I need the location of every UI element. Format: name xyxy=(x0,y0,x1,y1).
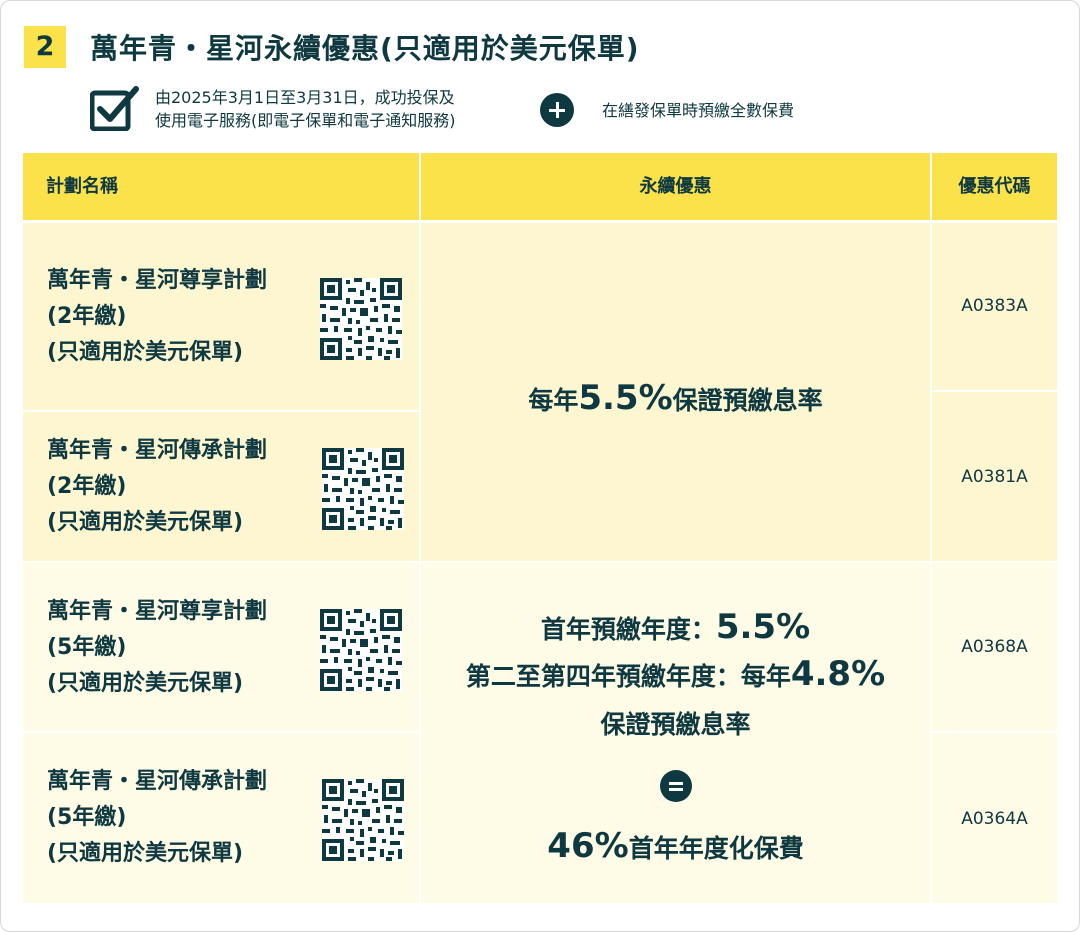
plan-name: 萬年青・星河傳承計劃 xyxy=(47,438,268,463)
offer-5yr-result: 46%首年年度化保費 xyxy=(421,826,930,866)
offer-5yr-line2: 第二至第四年預繳年度：每年4.8% xyxy=(421,654,930,694)
plan-note: (只適用於美元保單) xyxy=(47,510,244,535)
plan-term: (5年繳) xyxy=(47,805,127,830)
qr-code-icon[interactable] xyxy=(322,779,404,861)
offer-2yr-pre: 每年 xyxy=(528,386,579,415)
plan-term: (2年繳) xyxy=(47,304,127,329)
offer-5yr-line1-rate: 5.5% xyxy=(715,607,811,647)
plan-note: (只適用於美元保單) xyxy=(47,841,244,866)
plan-label: 萬年青・星河尊享計劃 (2年繳) (只適用於美元保單) xyxy=(47,263,267,371)
qr-code-icon[interactable] xyxy=(322,448,404,530)
table-row: 萬年青・星河尊享計劃 (2年繳) (只適用於美元保單) xyxy=(23,223,419,410)
condition-second: 在繕發保單時預繳全數保費 xyxy=(602,101,795,120)
offer-code: A0381A xyxy=(961,467,1028,487)
offer-5yr-line2-rate: 4.8% xyxy=(790,654,886,694)
plus-circle-icon xyxy=(540,93,574,127)
offer-5yr-line2-pre: 第二至第四年預繳年度：每年 xyxy=(465,662,791,691)
table-row: 萬年青・星河傳承計劃 (2年繳) (只適用於美元保單) xyxy=(23,412,419,561)
offer-5yr-result-text: 首年年度化保費 xyxy=(628,834,804,863)
header-offer-code: 優惠代碼 xyxy=(932,153,1057,220)
plan-note: (只適用於美元保單) xyxy=(47,671,244,696)
offer-code: A0364A xyxy=(961,809,1028,829)
qr-code-icon[interactable] xyxy=(320,278,402,360)
checkbox-check-icon xyxy=(90,86,139,131)
qr-code-icon[interactable] xyxy=(320,609,402,691)
section-title: 萬年青・星河永續優惠(只適用於美元保單) xyxy=(90,32,640,65)
offer-2yr-post: 保證預繳息率 xyxy=(672,386,823,415)
condition-line-1: 由2025年3月1日至3月31日，成功投保及 xyxy=(155,88,455,107)
plan-name: 萬年青・星河尊享計劃 xyxy=(47,268,268,293)
plan-name: 萬年青・星河傳承計劃 xyxy=(47,769,268,794)
offer-5yr-line1: 首年預繳年度：5.5% xyxy=(421,607,930,647)
offer-code: A0368A xyxy=(961,637,1028,657)
offer-5yr-line3: 保證預繳息率 xyxy=(600,710,751,739)
offer-2yr-text: 每年5.5%保證預繳息率 xyxy=(421,378,930,418)
plan-label: 萬年青・星河尊享計劃 (5年繳) (只適用於美元保單) xyxy=(47,594,267,702)
table-row: 萬年青・星河傳承計劃 (5年繳) (只適用於美元保單) xyxy=(23,733,419,903)
plan-note: (只適用於美元保單) xyxy=(47,340,244,365)
plan-label: 萬年青・星河傳承計劃 (2年繳) (只適用於美元保單) xyxy=(47,433,267,541)
offer-2yr-rate: 5.5% xyxy=(578,378,673,418)
section-number: 2 xyxy=(24,26,66,68)
plan-label: 萬年青・星河傳承計劃 (5年繳) (只適用於美元保單) xyxy=(47,764,267,872)
condition-text: 由2025年3月1日至3月31日，成功投保及 使用電子服務(即電子保單和電子通知… xyxy=(155,86,456,132)
plan-name: 萬年青・星河尊享計劃 xyxy=(47,599,268,624)
offer-5yr-result-rate: 46% xyxy=(547,826,629,866)
offer-5yr-line1-pre: 首年預繳年度： xyxy=(540,615,716,644)
condition-line-2: 使用電子服務(即電子保單和電子通知服務) xyxy=(155,111,456,130)
header-offer: 永續優惠 xyxy=(421,153,930,220)
header-plan-name: 計劃名稱 xyxy=(23,153,419,220)
plan-term: (5年繳) xyxy=(47,635,127,660)
table-row: 萬年青・星河尊享計劃 (5年繳) (只適用於美元保單) xyxy=(23,563,419,731)
plan-term: (2年繳) xyxy=(47,474,127,499)
equals-circle-icon xyxy=(660,770,692,802)
offer-code: A0383A xyxy=(961,296,1028,316)
